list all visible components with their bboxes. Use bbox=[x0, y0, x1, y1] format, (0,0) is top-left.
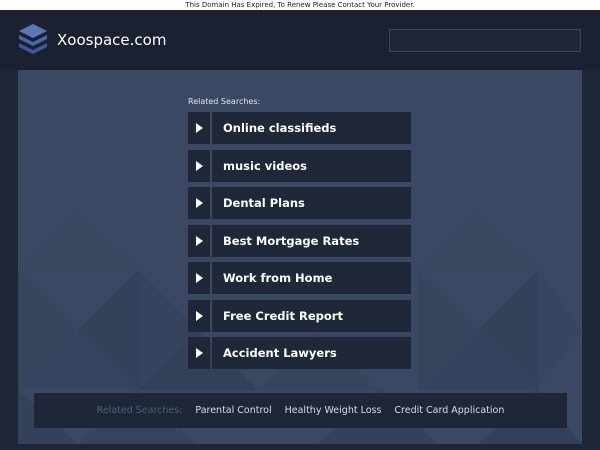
search-input[interactable] bbox=[389, 29, 581, 52]
play-arrow-icon bbox=[188, 337, 210, 369]
related-link-accident-lawyers[interactable]: Accident Lawyers bbox=[188, 337, 411, 369]
related-link-label: Accident Lawyers bbox=[212, 337, 411, 369]
related-link-label: Free Credit Report bbox=[212, 299, 411, 332]
related-link-online-classifieds[interactable]: Online classifieds bbox=[188, 112, 411, 144]
related-links-list: Online classifieds music videos Dental P… bbox=[188, 112, 411, 375]
play-arrow-icon bbox=[188, 112, 210, 144]
related-link-work-from-home[interactable]: Work from Home bbox=[188, 262, 411, 294]
related-link-best-mortgage-rates[interactable]: Best Mortgage Rates bbox=[188, 224, 411, 257]
related-link-label: music videos bbox=[212, 149, 411, 182]
related-link-dental-plans[interactable]: Dental Plans bbox=[188, 187, 411, 219]
play-arrow-icon bbox=[188, 224, 210, 257]
site-header: Xoospace.com bbox=[0, 10, 600, 70]
related-link-label: Online classifieds bbox=[212, 112, 411, 144]
related-searches-label: Related Searches: bbox=[188, 97, 261, 106]
footer-link-credit-card-application[interactable]: Credit Card Application bbox=[394, 405, 504, 416]
play-arrow-icon bbox=[188, 262, 210, 294]
footer-related-label: Related Searches: bbox=[96, 405, 183, 416]
footer-link-healthy-weight-loss[interactable]: Healthy Weight Loss bbox=[285, 405, 382, 416]
expired-notice-bar: This Domain Has Expired, To Renew Please… bbox=[0, 0, 600, 10]
expired-notice-text: This Domain Has Expired, To Renew Please… bbox=[185, 1, 415, 9]
play-arrow-icon bbox=[188, 187, 210, 219]
stacked-layers-icon bbox=[19, 24, 47, 54]
related-link-label: Best Mortgage Rates bbox=[212, 224, 411, 257]
main-panel: Related Searches: Online classifieds mus… bbox=[18, 70, 582, 444]
site-name[interactable]: Xoospace.com bbox=[57, 30, 166, 50]
related-link-label: Dental Plans bbox=[212, 187, 411, 219]
related-link-music-videos[interactable]: music videos bbox=[188, 149, 411, 182]
play-arrow-icon bbox=[188, 149, 210, 182]
play-arrow-icon bbox=[188, 299, 210, 332]
footer-link-parental-control[interactable]: Parental Control bbox=[195, 405, 271, 416]
footer-related-searches: Related Searches: Parental Control Healt… bbox=[34, 393, 567, 428]
related-link-free-credit-report[interactable]: Free Credit Report bbox=[188, 299, 411, 332]
related-link-label: Work from Home bbox=[212, 262, 411, 294]
